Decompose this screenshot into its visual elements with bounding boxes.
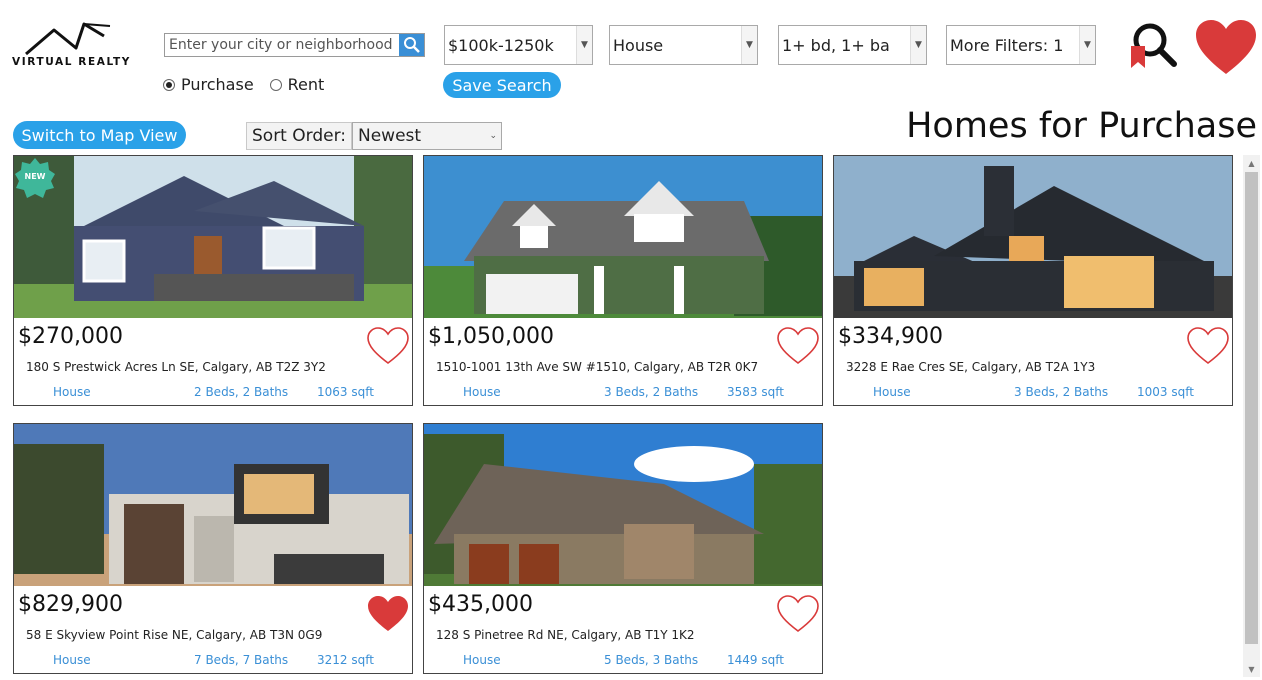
listing-address: 128 S Pinetree Rd NE, Calgary, AB T1Y 1K… xyxy=(436,628,695,642)
chevron-down-icon: ▼ xyxy=(910,26,926,64)
price-filter-value: $100k-1250k xyxy=(448,35,554,55)
listing-type: House xyxy=(463,653,501,667)
listing-address: 58 E Skyview Point Rise NE, Calgary, AB … xyxy=(26,628,323,642)
chevron-down-icon: ▼ xyxy=(741,26,757,64)
more-filters-select[interactable]: More Filters: 1 ▼ xyxy=(946,25,1096,65)
listing-card[interactable]: $1,050,000 1510-1001 13th Ave SW #1510, … xyxy=(423,155,823,406)
search-input[interactable] xyxy=(165,34,399,56)
house-photo-image xyxy=(424,156,822,318)
saved-searches-button[interactable] xyxy=(1128,20,1178,70)
listing-type: House xyxy=(463,385,501,399)
listing-price: $334,900 xyxy=(838,324,943,349)
chevron-down-icon: ⌄ xyxy=(489,131,497,141)
new-listing-badge: NEW xyxy=(15,158,55,198)
sort-order-select[interactable]: Newest ⌄ xyxy=(352,122,502,150)
listing-beds-baths: 5 Beds, 3 Baths xyxy=(604,653,699,667)
listing-sqft: 3212 sqft xyxy=(317,653,374,667)
beds-baths-filter-value: 1+ bd, 1+ ba xyxy=(782,35,890,55)
radio-purchase-label: Purchase xyxy=(181,75,254,94)
listing-sqft: 1063 sqft xyxy=(317,385,374,399)
radio-rent-label: Rent xyxy=(287,75,325,94)
chevron-down-icon: ▼ xyxy=(576,26,592,64)
listing-photo[interactable] xyxy=(424,156,822,318)
favorite-toggle[interactable] xyxy=(776,594,820,634)
listing-mode-radio-group: Purchase Rent xyxy=(163,75,340,94)
listing-sqft: 3583 sqft xyxy=(727,385,784,399)
sort-order-value: Newest xyxy=(358,126,422,146)
listing-beds-baths: 3 Beds, 2 Baths xyxy=(1014,385,1109,399)
sort-order-label: Sort Order: xyxy=(246,122,352,150)
heart-outline-icon xyxy=(777,595,819,633)
listing-card[interactable]: $334,900 3228 E Rae Cres SE, Calgary, AB… xyxy=(833,155,1233,406)
listing-sqft: 1449 sqft xyxy=(727,653,784,667)
listing-type: House xyxy=(53,653,91,667)
type-filter-select[interactable]: House ▼ xyxy=(609,25,758,65)
listing-price: $829,900 xyxy=(18,592,123,617)
favorite-toggle[interactable] xyxy=(1186,326,1230,366)
beds-baths-filter-select[interactable]: 1+ bd, 1+ ba ▼ xyxy=(778,25,927,65)
listing-photo[interactable] xyxy=(14,424,412,586)
heart-outline-icon xyxy=(367,327,409,365)
new-badge-label: NEW xyxy=(24,172,46,181)
type-filter-value: House xyxy=(613,35,664,55)
scroll-up-arrow-icon[interactable]: ▲ xyxy=(1243,155,1260,171)
scrollbar-thumb[interactable] xyxy=(1245,172,1258,644)
heart-filled-icon xyxy=(368,596,408,631)
listing-photo[interactable] xyxy=(834,156,1232,318)
listing-card[interactable]: $435,000 128 S Pinetree Rd NE, Calgary, … xyxy=(423,423,823,674)
listing-address: 3228 E Rae Cres SE, Calgary, AB T2A 1Y3 xyxy=(846,360,1096,374)
house-photo-image xyxy=(14,424,412,586)
chevron-down-icon: ▼ xyxy=(1079,26,1095,64)
listing-price: $435,000 xyxy=(428,592,533,617)
house-photo-image xyxy=(424,424,822,586)
page-title: Homes for Purchase xyxy=(906,106,1257,146)
more-filters-value: More Filters: 1 xyxy=(950,35,1064,55)
search-box xyxy=(164,33,425,57)
radio-rent-dot[interactable] xyxy=(269,78,282,91)
brand-logo[interactable]: VIRTUAL REALTY xyxy=(10,20,130,70)
favorite-toggle[interactable] xyxy=(366,326,410,366)
listing-price: $270,000 xyxy=(18,324,123,349)
heart-icon xyxy=(1196,20,1256,74)
listing-photo[interactable] xyxy=(14,156,412,318)
house-photo-image xyxy=(834,156,1232,318)
house-photo-image xyxy=(14,156,412,318)
heart-outline-icon xyxy=(1187,327,1229,365)
save-search-button[interactable]: Save Search xyxy=(443,72,561,98)
listing-type: House xyxy=(53,385,91,399)
house-logo-icon xyxy=(25,22,111,56)
listings-scrollbar[interactable]: ▲ ▼ xyxy=(1243,155,1260,677)
radio-purchase[interactable]: Purchase xyxy=(163,75,254,94)
price-filter-select[interactable]: $100k-1250k ▼ xyxy=(444,25,593,65)
magnifier-bookmark-icon xyxy=(1131,23,1177,68)
listing-card[interactable]: $829,900 58 E Skyview Point Rise NE, Cal… xyxy=(13,423,413,674)
search-button[interactable] xyxy=(399,34,424,56)
listing-beds-baths: 2 Beds, 2 Baths xyxy=(194,385,289,399)
favorites-button[interactable] xyxy=(1194,18,1258,76)
radio-rent[interactable]: Rent xyxy=(269,75,325,94)
listing-photo[interactable] xyxy=(424,424,822,586)
scroll-down-arrow-icon[interactable]: ▼ xyxy=(1243,661,1260,677)
listing-sqft: 1003 sqft xyxy=(1137,385,1194,399)
listing-card[interactable]: NEW $270,000 180 S Prestwick Acres Ln SE… xyxy=(13,155,413,406)
heart-outline-icon xyxy=(777,327,819,365)
listing-beds-baths: 3 Beds, 2 Baths xyxy=(604,385,699,399)
listing-beds-baths: 7 Beds, 7 Baths xyxy=(194,653,289,667)
listing-price: $1,050,000 xyxy=(428,324,554,349)
listing-address: 1510-1001 13th Ave SW #1510, Calgary, AB… xyxy=(436,360,759,374)
listings-grid: NEW $270,000 180 S Prestwick Acres Ln SE… xyxy=(13,155,1235,680)
favorite-toggle[interactable] xyxy=(366,594,410,634)
favorite-toggle[interactable] xyxy=(776,326,820,366)
search-icon xyxy=(403,37,420,53)
brand-name: VIRTUAL REALTY xyxy=(12,56,131,68)
listing-type: House xyxy=(873,385,911,399)
radio-purchase-dot[interactable] xyxy=(163,78,175,91)
listing-address: 180 S Prestwick Acres Ln SE, Calgary, AB… xyxy=(26,360,326,374)
switch-map-view-button[interactable]: Switch to Map View xyxy=(13,121,186,149)
